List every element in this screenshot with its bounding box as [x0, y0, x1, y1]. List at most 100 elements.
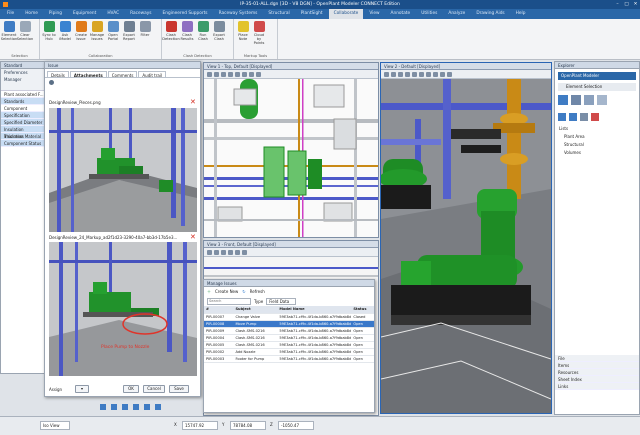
- list-item[interactable]: Component Status: [1, 140, 44, 147]
- maximize-button[interactable]: □: [622, 0, 631, 9]
- sync-button[interactable]: Sync to Hub: [42, 21, 56, 41]
- table-row[interactable]: PIR-00007 Change Valve 59E3ab71-cf9c-4f1da…: [204, 313, 374, 321]
- tab-attachments[interactable]: Attachments: [69, 71, 107, 78]
- section-items[interactable]: Items: [555, 362, 639, 369]
- list-item[interactable]: Plant associated F...: [1, 91, 44, 98]
- view-tool-icon[interactable]: [405, 72, 410, 77]
- table-row[interactable]: PIR-00004 Clash-SMS-0216 59E3ab71-cf9c-4f1…: [204, 334, 374, 342]
- tab-equipment[interactable]: Equipment: [68, 9, 101, 19]
- list-item[interactable]: Component: [1, 105, 44, 112]
- manage-issues-button[interactable]: Manage Issues: [90, 21, 104, 41]
- cloud-by-points-button[interactable]: Cloud by Points: [252, 21, 266, 45]
- tab-raceway-systems[interactable]: Raceway Systems: [214, 9, 263, 19]
- run-clash-button[interactable]: Run Clash: [196, 21, 210, 41]
- filter-button[interactable]: Filter: [138, 21, 152, 41]
- view-tool-icon[interactable]: [249, 72, 254, 77]
- tab-structural[interactable]: Structural: [263, 9, 294, 19]
- column-header[interactable]: Status: [351, 306, 374, 314]
- ask-imodel-button[interactable]: Ask iModel: [58, 21, 72, 41]
- view-tool-icon[interactable]: [228, 250, 233, 255]
- tool-icon[interactable]: [569, 113, 577, 121]
- tool-icon[interactable]: [558, 113, 566, 121]
- plan-view-canvas[interactable]: [204, 79, 378, 237]
- view-tool-icon[interactable]: [412, 72, 417, 77]
- clash-results-button[interactable]: Clash Results: [180, 21, 194, 41]
- column-header[interactable]: Subject: [233, 306, 278, 314]
- iso-view-canvas[interactable]: [381, 79, 551, 413]
- camera-icon[interactable]: [49, 80, 54, 85]
- view-control-icon[interactable]: [100, 404, 106, 410]
- select-icon[interactable]: [597, 95, 607, 105]
- select-icon[interactable]: [558, 95, 568, 105]
- create-new-button[interactable]: Create New: [215, 288, 238, 295]
- view-tool-icon[interactable]: [256, 72, 261, 77]
- table-row[interactable]: PIR-00009 Clash-SMS-0216 59E3ab71-cf9c-4f1…: [204, 327, 374, 335]
- tab-utilities[interactable]: Utilities: [416, 9, 442, 19]
- assign-dropdown[interactable]: ▾: [75, 385, 89, 393]
- tab-view[interactable]: View: [364, 9, 384, 19]
- tab-file[interactable]: File: [2, 9, 19, 19]
- tree-item[interactable]: Volumes: [559, 149, 635, 157]
- view-tool-icon[interactable]: [398, 72, 403, 77]
- create-issue-button[interactable]: Create Issue: [74, 21, 88, 41]
- view-tool-icon[interactable]: [221, 250, 226, 255]
- list-item[interactable]: Insulation Material: [1, 133, 44, 140]
- place-note-button[interactable]: Place Note: [236, 21, 250, 45]
- tab-help[interactable]: Help: [511, 9, 531, 19]
- table-row[interactable]: PIR-00003 Footer for Pump 59E3ab71-cf9c-4f…: [204, 355, 374, 363]
- select-icon[interactable]: [584, 95, 594, 105]
- view-tool-icon[interactable]: [228, 72, 233, 77]
- view-tool-icon[interactable]: [447, 72, 452, 77]
- tab-hvac[interactable]: HVAC: [102, 9, 124, 19]
- select-icon[interactable]: [571, 95, 581, 105]
- tab-details[interactable]: Details: [47, 71, 69, 78]
- list-item[interactable]: Standards: [1, 98, 44, 105]
- tab-audit-trail[interactable]: Audit trail: [138, 71, 167, 78]
- view-tool-icon[interactable]: [384, 72, 389, 77]
- section-resources[interactable]: Resources: [555, 369, 639, 376]
- view-control-icon[interactable]: [122, 404, 128, 410]
- tree-item[interactable]: Structural: [559, 141, 635, 149]
- tab-plantsight[interactable]: PlantSight: [296, 9, 328, 19]
- tab-comments[interactable]: Comments: [107, 71, 138, 78]
- x-coordinate-field[interactable]: 15747.92: [182, 421, 218, 430]
- view-tool-icon[interactable]: [235, 72, 240, 77]
- tree-root[interactable]: Lists: [559, 125, 635, 133]
- view-tool-icon[interactable]: [235, 250, 240, 255]
- view-tool-icon[interactable]: [419, 72, 424, 77]
- export-clash-button[interactable]: Export Clash: [212, 21, 226, 41]
- tab-piping[interactable]: Piping: [44, 9, 67, 19]
- table-row[interactable]: PIR-00002 Add Nozzle 59E3ab71-cf9c-4f1da-b…: [204, 348, 374, 356]
- y-coordinate-field[interactable]: 78784.08: [230, 421, 266, 430]
- minimize-button[interactable]: –: [613, 0, 622, 9]
- view-tool-icon[interactable]: [214, 72, 219, 77]
- list-item[interactable]: Insulation Thickness: [1, 126, 44, 139]
- type-select[interactable]: Field Data: [266, 297, 297, 305]
- export-report-button[interactable]: Export Report: [122, 21, 136, 41]
- view-tool-icon[interactable]: [440, 72, 445, 77]
- view-select[interactable]: Iso View: [40, 421, 70, 430]
- view-control-icon[interactable]: [111, 404, 117, 410]
- delete-attachment-icon[interactable]: ✕: [190, 99, 196, 106]
- view-control-icon[interactable]: [155, 404, 161, 410]
- delete-attachment-icon[interactable]: ✕: [190, 234, 196, 241]
- table-row[interactable]: PIR-00008 Move Pump 59E3ab71-cf9c-4f1da-b8…: [204, 320, 374, 328]
- element-selection-button[interactable]: Element Selection: [1, 21, 17, 41]
- element-selection-tab[interactable]: Element Selection: [558, 83, 636, 91]
- tab-collaborate[interactable]: Collaborate: [328, 9, 364, 19]
- tool-icon[interactable]: [591, 113, 599, 121]
- list-item[interactable]: Specification: [1, 112, 44, 119]
- explorer-subtitle[interactable]: OpenPlant Modeler: [558, 72, 636, 80]
- view-tool-icon[interactable]: [391, 72, 396, 77]
- close-button[interactable]: ✕: [631, 0, 640, 9]
- ok-button[interactable]: OK: [123, 385, 139, 393]
- column-header[interactable]: Model Name: [277, 306, 352, 314]
- z-coordinate-field[interactable]: -1050.47: [278, 421, 314, 430]
- column-header[interactable]: #: [204, 306, 234, 314]
- table-row[interactable]: PIR-00005 Clash-SMS-0216 59E3ab71-cf9c-4f1…: [204, 341, 374, 349]
- view-tool-icon[interactable]: [214, 250, 219, 255]
- tab-engineered-supports[interactable]: Engineered Supports: [158, 9, 213, 19]
- clash-detection-button[interactable]: Clash Detection: [162, 21, 180, 41]
- attachment-image[interactable]: [49, 108, 197, 232]
- clear-selection-button[interactable]: Clear Selection: [17, 21, 33, 41]
